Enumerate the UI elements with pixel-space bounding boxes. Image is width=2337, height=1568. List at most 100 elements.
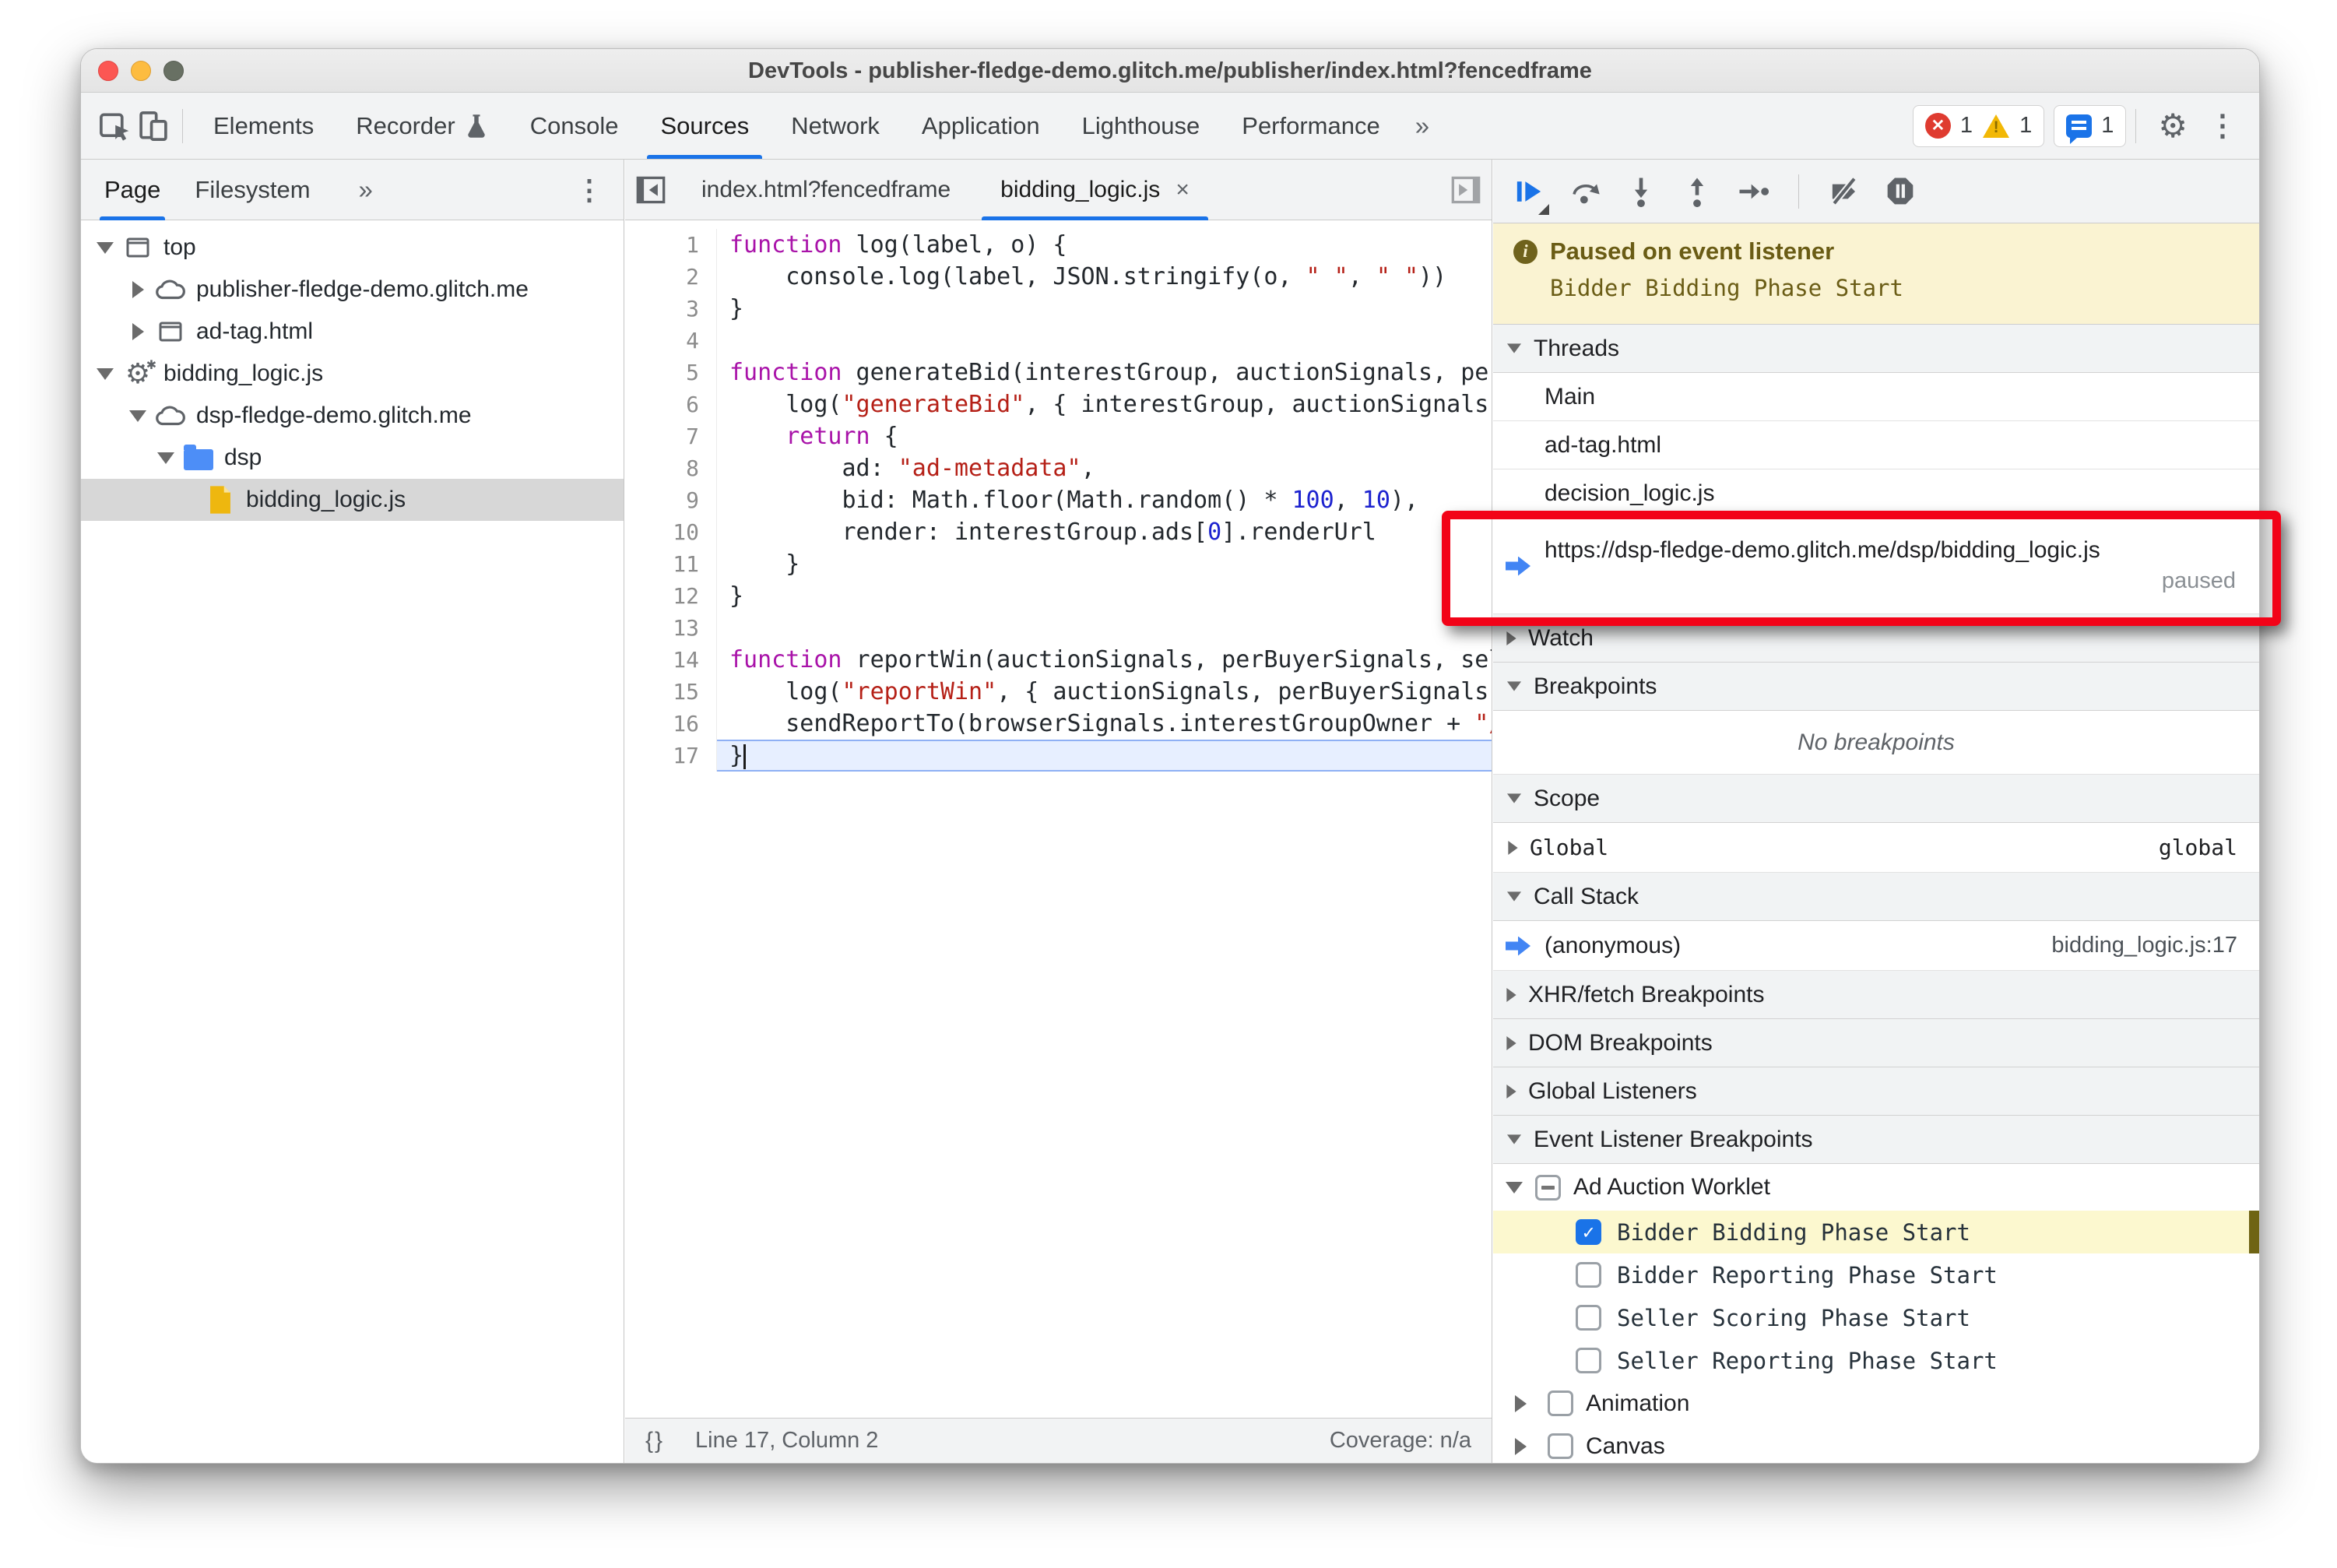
code-line-text[interactable]: bid: Math.floor(Math.random() * 100, 10)… xyxy=(717,484,1492,516)
panel-tab-elements[interactable]: Elements xyxy=(192,93,335,159)
customize-devtools-button[interactable]: ⋮ xyxy=(2200,108,2245,143)
deactivate-breakpoints-button[interactable] xyxy=(1827,174,1861,209)
resume-script-button[interactable] xyxy=(1512,174,1549,215)
section-watch[interactable]: Watch xyxy=(1493,614,2259,663)
code-line-text[interactable]: return { xyxy=(717,420,1492,452)
toggle-device-toolbar-button[interactable] xyxy=(134,104,173,148)
step-button[interactable] xyxy=(1736,174,1770,209)
breakpoint-group-canvas[interactable]: Canvas xyxy=(1493,1425,2259,1463)
chevron-down-icon[interactable] xyxy=(90,241,120,254)
code-editor[interactable]: 1 function log(label, o) {2 console.log(l… xyxy=(625,221,1492,1418)
code-line-text[interactable]: function log(label, o) { xyxy=(717,229,1492,261)
breakpoint-checkbox[interactable] xyxy=(1576,1305,1601,1331)
line-number[interactable]: 6 xyxy=(625,388,717,420)
code-line-text[interactable] xyxy=(717,325,1492,357)
code-line-text[interactable] xyxy=(717,612,1492,644)
section-global-listeners[interactable]: Global Listeners xyxy=(1493,1067,2259,1116)
thread-row[interactable]: ad-tag.html xyxy=(1493,421,2259,469)
line-number[interactable]: 1 xyxy=(625,229,717,261)
panel-tab-network[interactable]: Network xyxy=(770,93,901,159)
breakpoint-checkbox[interactable] xyxy=(1576,1262,1601,1288)
chevron-down-icon[interactable] xyxy=(90,367,120,380)
panel-tab-recorder[interactable]: Recorder xyxy=(335,93,509,159)
code-line-text[interactable]: } xyxy=(717,293,1492,325)
section-scope[interactable]: Scope xyxy=(1493,775,2259,823)
code-line-text[interactable]: function generateBid(interestGroup, auct… xyxy=(717,357,1492,388)
line-number[interactable]: 9 xyxy=(625,484,717,516)
more-panels-button[interactable]: » xyxy=(1401,111,1443,141)
code-line-text[interactable]: ad: "ad-metadata", xyxy=(717,452,1492,484)
panel-tab-console[interactable]: Console xyxy=(509,93,640,159)
breakpoint-checkbox[interactable] xyxy=(1576,1219,1601,1245)
inspect-element-button[interactable] xyxy=(95,104,134,148)
hide-navigator-button[interactable] xyxy=(625,160,676,220)
code-line-text[interactable]: log("reportWin", { auctionSignals, perBu… xyxy=(717,676,1492,708)
tree-item-dsp[interactable]: dsp xyxy=(81,437,624,479)
settings-button[interactable]: ⚙ xyxy=(2145,107,2200,145)
line-number[interactable]: 15 xyxy=(625,676,717,708)
code-line-text[interactable]: } xyxy=(717,548,1492,580)
editor-tab-index-html[interactable]: index.html?fencedframe xyxy=(676,160,975,220)
close-tab-icon[interactable]: × xyxy=(1176,177,1190,203)
group-checkbox[interactable] xyxy=(1548,1390,1573,1416)
breakpoint-seller-scoring-phase-start[interactable]: Seller Scoring Phase Start xyxy=(1493,1296,2259,1339)
panel-tab-application[interactable]: Application xyxy=(901,93,1061,159)
section-threads[interactable]: Threads xyxy=(1493,325,2259,373)
issues-badge-group[interactable]: ✕ 1 1 xyxy=(1912,104,2045,147)
breakpoint-bidder-bidding-phase-start[interactable]: Bidder Bidding Phase Start xyxy=(1493,1211,2259,1253)
navigator-menu-button[interactable]: ⋮ xyxy=(575,174,603,206)
breakpoint-bidder-reporting-phase-start[interactable]: Bidder Reporting Phase Start xyxy=(1493,1253,2259,1296)
breakpoint-checkbox[interactable] xyxy=(1576,1348,1601,1373)
line-number[interactable]: 8 xyxy=(625,452,717,484)
step-over-button[interactable] xyxy=(1568,174,1602,209)
ad-auction-worklet-group[interactable]: Ad Auction Worklet xyxy=(1493,1164,2259,1211)
line-number[interactable]: 3 xyxy=(625,293,717,325)
frame-location[interactable]: bidding_logic.js:17 xyxy=(2051,933,2259,958)
pretty-print-button[interactable]: {} xyxy=(645,1428,664,1454)
chevron-right-icon[interactable] xyxy=(1506,1394,1535,1412)
line-number[interactable]: 14 xyxy=(625,644,717,676)
code-line-text[interactable]: sendReportTo(browserSignals.interestGrou… xyxy=(717,708,1492,740)
breakpoint-group-animation[interactable]: Animation xyxy=(1493,1382,2259,1425)
panel-tab-lighthouse[interactable]: Lighthouse xyxy=(1061,93,1221,159)
code-line-text[interactable]: function reportWin(auctionSignals, perBu… xyxy=(717,644,1492,676)
section-call-stack[interactable]: Call Stack xyxy=(1493,873,2259,921)
tree-item-dsp-fledge-demo-glitch-me[interactable]: dsp-fledge-demo.glitch.me xyxy=(81,395,624,437)
panel-tab-performance[interactable]: Performance xyxy=(1221,93,1400,159)
step-out-button[interactable] xyxy=(1680,174,1714,209)
chevron-right-icon[interactable] xyxy=(123,323,153,340)
tree-item-top[interactable]: top xyxy=(81,227,624,269)
line-number[interactable]: 7 xyxy=(625,420,717,452)
line-number[interactable]: 5 xyxy=(625,357,717,388)
thread-row[interactable]: decision_logic.js xyxy=(1493,469,2259,518)
code-line-text[interactable]: } xyxy=(717,580,1492,612)
line-number[interactable]: 16 xyxy=(625,708,717,740)
chevron-down-icon[interactable] xyxy=(123,410,153,422)
group-checkbox[interactable] xyxy=(1548,1433,1573,1459)
thread-row[interactable]: Main xyxy=(1493,373,2259,421)
line-number[interactable]: 4 xyxy=(625,325,717,357)
section-dom-breakpoints[interactable]: DOM Breakpoints xyxy=(1493,1019,2259,1067)
line-number[interactable]: 12 xyxy=(625,580,717,612)
code-line-text[interactable]: console.log(label, JSON.stringify(o, " "… xyxy=(717,261,1492,293)
editor-tab-bidding-logic[interactable]: bidding_logic.js × xyxy=(975,160,1214,220)
code-line-text[interactable]: render: interestGroup.ads[0].renderUrl xyxy=(717,516,1492,548)
code-line-text[interactable]: } xyxy=(717,740,1492,772)
messages-badge-group[interactable]: 1 xyxy=(2054,104,2127,147)
chevron-right-icon[interactable] xyxy=(123,281,153,298)
code-line-text[interactable]: log("generateBid", { interestGroup, auct… xyxy=(717,388,1492,420)
line-number[interactable]: 17 xyxy=(625,740,717,772)
chevron-right-icon[interactable] xyxy=(1506,1437,1535,1455)
section-xhr-breakpoints[interactable]: XHR/fetch Breakpoints xyxy=(1493,971,2259,1019)
call-stack-frame[interactable]: (anonymous) bidding_logic.js:17 xyxy=(1493,921,2259,971)
section-breakpoints[interactable]: Breakpoints xyxy=(1493,663,2259,711)
tree-item-ad-tag-html[interactable]: ad-tag.html xyxy=(81,311,624,353)
thread-row-paused[interactable]: https://dsp-fledge-demo.glitch.me/dsp/bi… xyxy=(1493,518,2259,614)
line-number[interactable]: 10 xyxy=(625,516,717,548)
step-into-button[interactable] xyxy=(1624,174,1658,209)
tree-item-bidding-logic-js[interactable]: bidding_logic.js xyxy=(81,479,624,521)
tree-item-publisher-fledge-demo-glitch-me[interactable]: publisher-fledge-demo.glitch.me xyxy=(81,269,624,311)
show-debugger-sidebar-button[interactable] xyxy=(1440,160,1492,220)
line-number[interactable]: 11 xyxy=(625,548,717,580)
pause-on-exceptions-button[interactable] xyxy=(1883,174,1917,209)
